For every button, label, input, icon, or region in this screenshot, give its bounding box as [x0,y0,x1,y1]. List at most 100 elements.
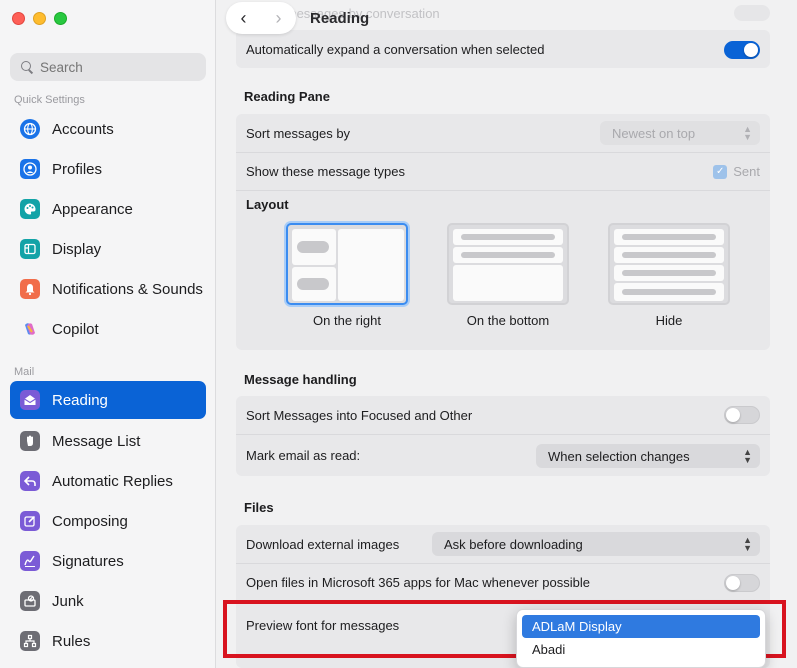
envelope-open-icon [20,390,40,410]
chevron-updown-icon: ▲ ▼ [743,447,752,465]
sort-messages-value: Newest on top [612,125,696,141]
sidebar-item-message-list[interactable]: Message List [10,422,206,460]
history-navigation: ‹ › [226,2,296,34]
layout-title: Layout [246,197,289,212]
reading-pane-title: Reading Pane [244,89,330,104]
sidebar-item-reading[interactable]: Reading [10,381,206,419]
focused-row: Sort Messages into Focused and Other [236,396,770,434]
layout-option-hide[interactable]: Hide [608,223,730,328]
layout-thumb-right [286,223,408,305]
forward-button[interactable]: › [276,8,282,29]
layout-section: Layout On the right On the bottom Hide [236,190,770,348]
sidebar-item-notifications[interactable]: Notifications & Sounds [10,270,206,308]
scrolled-toggle [734,5,770,21]
layout-thumb-hide [608,223,730,305]
sidebar-item-label: Signatures [52,552,124,570]
back-button[interactable]: ‹ [241,8,247,29]
sidebar-item-label: Appearance [52,200,133,218]
minimize-window-button[interactable] [33,12,46,25]
sidebar-item-junk[interactable]: Junk [10,582,206,620]
layout-thumb-bottom [447,223,569,305]
conversation-card: Automatically expand a conversation when… [236,30,770,68]
download-images-value: Ask before downloading [444,536,583,552]
settings-window: Quick Settings Accounts Profiles Appeara… [0,0,797,668]
sidebar-item-appearance[interactable]: Appearance [10,190,206,228]
layout-caption: On the right [313,313,381,328]
download-images-row: Download external images Ask before down… [236,525,770,563]
sent-checkbox[interactable]: ✓ Sent [713,164,760,179]
sidebar-item-composing[interactable]: Composing [10,502,206,540]
zoom-window-button[interactable] [54,12,67,25]
font-dropdown-menu[interactable]: ADLaM Display Abadi [516,609,766,668]
close-window-button[interactable] [12,12,25,25]
focused-toggle[interactable] [724,406,760,424]
search-input[interactable] [40,59,190,75]
section-label-mail: Mail [14,366,35,378]
focused-label: Sort Messages into Focused and Other [246,407,473,423]
signature-icon [20,551,40,571]
auto-expand-label: Automatically expand a conversation when… [246,41,545,57]
sidebar-item-label: Message List [52,432,141,450]
junk-icon [20,591,40,611]
chevron-updown-icon: ▲ ▼ [743,535,752,553]
sort-messages-row: Sort messages by Newest on top ▲ ▼ [236,114,770,152]
globe-icon [20,119,40,139]
sort-messages-label: Sort messages by [246,125,351,141]
message-handling-card: Sort Messages into Focused and Other Mar… [236,396,770,476]
sidebar-item-label: Composing [52,512,128,530]
open-files-row: Open files in Microsoft 365 apps for Mac… [236,563,770,601]
display-icon [20,239,40,259]
sidebar-item-display[interactable]: Display [10,230,206,268]
sidebar-item-copilot[interactable]: Copilot [10,310,206,348]
message-types-label: Show these message types [246,164,405,179]
layout-caption: Hide [655,313,683,328]
sidebar: Quick Settings Accounts Profiles Appeara… [0,0,216,668]
sidebar-item-signatures[interactable]: Signatures [10,542,206,580]
sidebar-item-label: Rules [52,632,91,650]
mark-read-value: When selection changes [548,448,690,464]
download-images-label: Download external images [246,536,400,552]
font-option-abadi[interactable]: Abadi [522,638,760,661]
message-types-row: Show these message types ✓ Sent [236,152,770,190]
section-label-quick-settings: Quick Settings [14,94,85,106]
layout-option-bottom[interactable]: On the bottom [447,223,569,328]
sidebar-item-label: Accounts [52,120,114,138]
reply-icon [20,471,40,491]
search-icon [20,60,34,74]
chevron-updown-icon: ▲ ▼ [743,124,752,142]
search-box[interactable] [10,53,206,81]
mark-read-select[interactable]: When selection changes ▲ ▼ [536,444,760,468]
sidebar-item-profiles[interactable]: Profiles [10,150,206,188]
sidebar-item-accounts[interactable]: Accounts [10,110,206,148]
layout-option-right[interactable]: On the right [286,223,408,328]
font-option-adlam-display[interactable]: ADLaM Display [522,615,760,638]
settings-content: Group messages by conversation ‹ › Readi… [216,0,797,668]
open-files-toggle[interactable] [724,574,760,592]
page-title: Reading [310,10,370,27]
window-controls [12,12,67,25]
layout-caption: On the bottom [466,313,550,328]
bell-icon [20,279,40,299]
message-handling-title: Message handling [244,372,357,387]
reading-pane-card: Sort messages by Newest on top ▲ ▼ Show t… [236,114,770,350]
mark-read-row: Mark email as read: When selection chang… [236,434,770,476]
sidebar-item-automatic-replies[interactable]: Automatic Replies [10,462,206,500]
auto-expand-row: Automatically expand a conversation when… [236,30,770,68]
sidebar-item-label: Copilot [52,320,99,338]
sidebar-item-label: Reading [52,391,108,409]
files-title: Files [244,500,274,515]
sidebar-item-label: Profiles [52,160,103,178]
open-files-label: Open files in Microsoft 365 apps for Mac… [246,575,590,590]
sort-messages-select[interactable]: Newest on top ▲ ▼ [600,121,760,145]
sidebar-item-label: Display [52,240,102,258]
rules-icon [20,631,40,651]
copilot-icon [20,319,40,339]
sidebar-item-label: Automatic Replies [52,472,173,490]
sidebar-item-rules[interactable]: Rules [10,622,206,660]
download-images-select[interactable]: Ask before downloading ▲ ▼ [432,532,760,556]
auto-expand-toggle[interactable] [724,41,760,59]
palette-icon [20,199,40,219]
sidebar-item-label: Junk [52,592,84,610]
sidebar-item-label: Notifications & Sounds [52,280,203,298]
compose-icon [20,511,40,531]
